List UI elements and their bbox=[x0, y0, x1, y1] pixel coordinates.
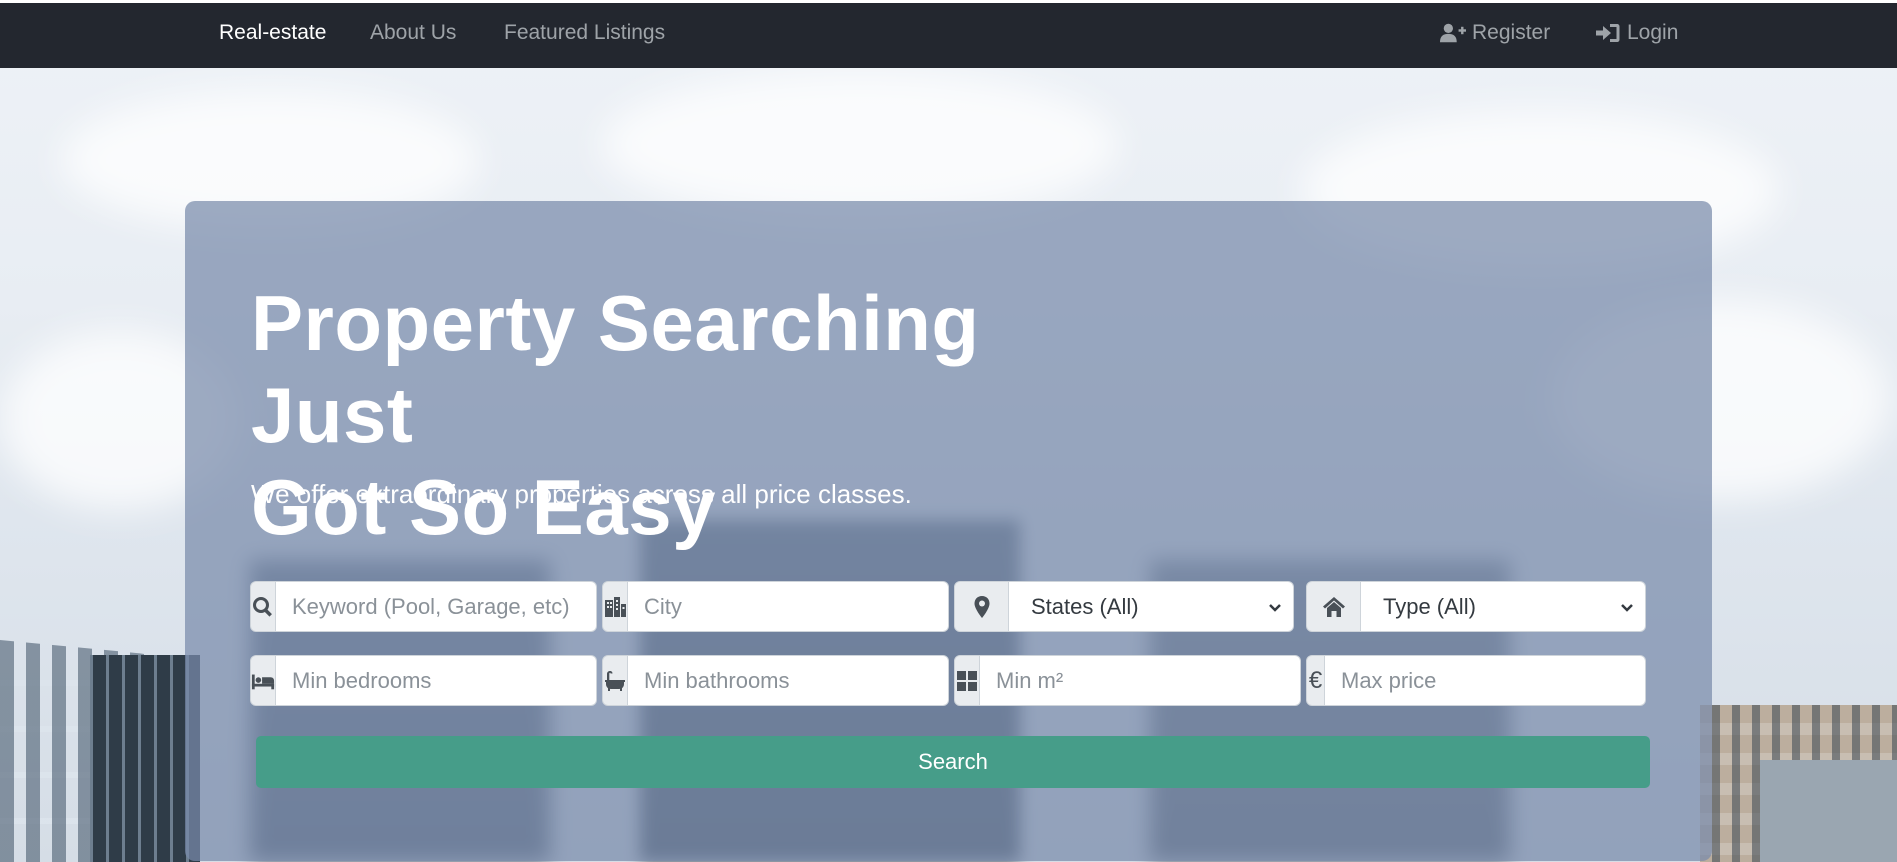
type-select-group: Type (All) bbox=[1306, 581, 1646, 632]
bedrooms-input-group bbox=[250, 655, 597, 706]
register-link[interactable]: Register bbox=[1440, 21, 1550, 45]
login-link[interactable]: Login bbox=[1595, 21, 1678, 45]
type-select[interactable]: Type (All) bbox=[1361, 581, 1646, 632]
hero-search-panel: Property Searching Just Got So Easy We o… bbox=[185, 201, 1712, 861]
user-plus-icon bbox=[1440, 23, 1466, 43]
type-select-value: Type (All) bbox=[1383, 593, 1476, 619]
register-label: Register bbox=[1472, 21, 1551, 44]
bathrooms-addon bbox=[602, 655, 628, 706]
state-select-group: States (All) bbox=[954, 581, 1294, 632]
hero-title: Property Searching Just Got So Easy bbox=[251, 277, 1151, 553]
home-icon bbox=[1322, 596, 1345, 617]
city-input[interactable] bbox=[628, 581, 949, 632]
chevron-down-icon bbox=[1621, 603, 1633, 612]
state-select-value: States (All) bbox=[1031, 593, 1139, 619]
min-bathrooms-input[interactable] bbox=[628, 655, 949, 706]
hero-title-line-1: Property Searching Just bbox=[251, 279, 980, 459]
price-addon: € bbox=[1306, 655, 1325, 706]
nav-about-link[interactable]: About Us bbox=[370, 21, 456, 45]
type-addon bbox=[1306, 581, 1361, 632]
keyword-input-group bbox=[250, 581, 597, 632]
keyword-input[interactable] bbox=[276, 581, 597, 632]
euro-icon: € bbox=[1308, 666, 1323, 694]
min-area-input[interactable] bbox=[980, 655, 1301, 706]
nav-featured-listings-link[interactable]: Featured Listings bbox=[504, 21, 665, 45]
search-button[interactable]: Search bbox=[256, 736, 1650, 788]
city-input-group bbox=[602, 581, 949, 632]
area-input-group bbox=[954, 655, 1301, 706]
city-icon bbox=[605, 596, 626, 617]
chevron-down-icon bbox=[1269, 603, 1281, 612]
area-grid-icon bbox=[957, 670, 977, 691]
search-icon bbox=[253, 596, 272, 617]
state-addon bbox=[954, 581, 1009, 632]
price-input-group: € bbox=[1306, 655, 1646, 706]
min-bedrooms-input[interactable] bbox=[276, 655, 597, 706]
top-navbar: Real-estate About Us Featured Listings R… bbox=[0, 0, 1897, 68]
bath-icon bbox=[605, 670, 625, 691]
bed-icon bbox=[251, 674, 275, 689]
city-addon bbox=[602, 581, 628, 632]
hero-subtitle: We offer extraordinary properties across… bbox=[251, 479, 912, 509]
state-select[interactable]: States (All) bbox=[1009, 581, 1294, 632]
bathrooms-input-group bbox=[602, 655, 949, 706]
login-label: Login bbox=[1627, 21, 1679, 44]
max-price-input[interactable] bbox=[1325, 655, 1646, 706]
keyword-addon bbox=[250, 581, 276, 632]
login-icon bbox=[1596, 24, 1620, 42]
bedrooms-addon bbox=[250, 655, 276, 706]
location-pin-icon bbox=[974, 595, 989, 618]
area-addon bbox=[954, 655, 980, 706]
brand-link[interactable]: Real-estate bbox=[219, 21, 326, 45]
